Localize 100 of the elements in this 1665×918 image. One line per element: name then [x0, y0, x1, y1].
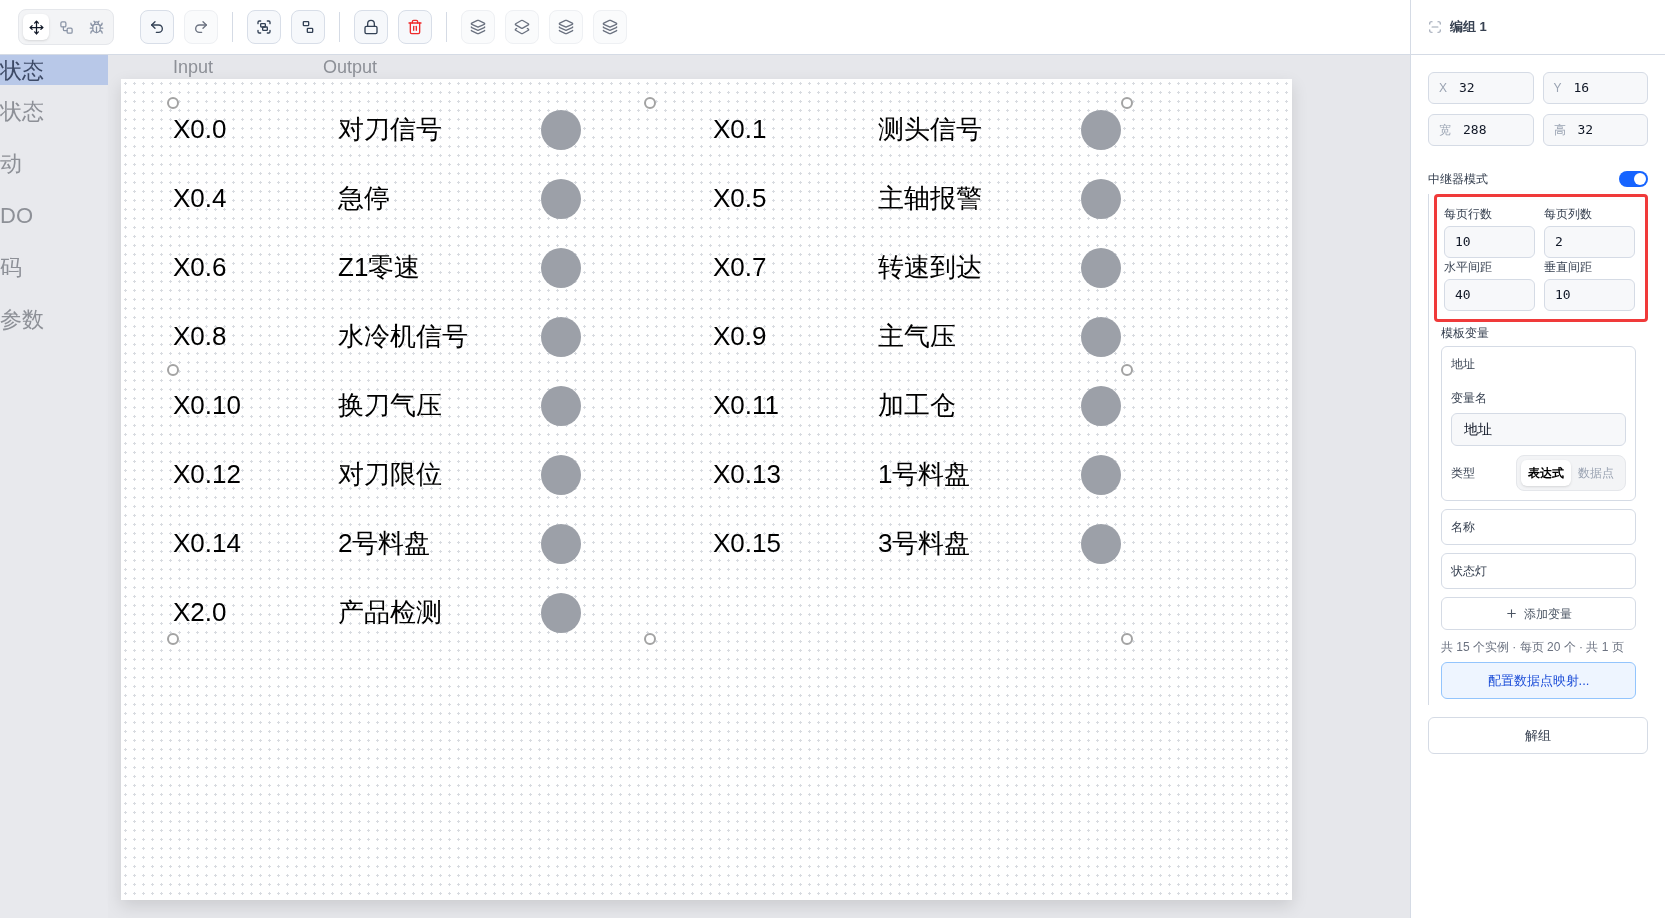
address-label: X2.0 [173, 596, 228, 629]
field-value: 32 [1577, 121, 1594, 140]
type-option[interactable]: 表达式 [1521, 460, 1571, 486]
setting-label: 每页列数 [1544, 206, 1593, 223]
signal-name: 主气压 [878, 320, 957, 353]
instance-summary: 共 15 个实例 · 每页 20 个 · 共 1 页 [1441, 639, 1625, 656]
variable-name-field[interactable]: 地址 [1451, 413, 1626, 446]
signal-name: 对刀限位 [338, 458, 443, 491]
field-label: 高 [1553, 122, 1566, 139]
address-label: X0.11 [713, 389, 780, 422]
address-label: X0.10 [173, 389, 242, 422]
signal-name: 换刀气压 [338, 389, 443, 422]
signal-name: 测头信号 [878, 113, 983, 146]
address-label: X0.15 [713, 527, 782, 560]
number-field[interactable]: X 32 [1428, 72, 1534, 104]
group-button[interactable] [247, 10, 281, 44]
number-field[interactable]: 10 [1544, 279, 1635, 311]
signal-name: 水冷机信号 [338, 320, 469, 353]
selection-handle[interactable] [644, 97, 656, 109]
signal-name: 对刀信号 [338, 113, 443, 146]
add-variable-button[interactable]: 添加变量 [1441, 597, 1636, 630]
column-header: Input [173, 56, 214, 78]
lock-icon [363, 19, 379, 35]
variable-title: 地址 [1451, 356, 1476, 373]
field-value: 10 [1455, 233, 1471, 252]
field-value: 10 [1555, 286, 1571, 305]
address-label: X0.9 [713, 320, 768, 353]
redo-button[interactable] [184, 10, 218, 44]
variable-card[interactable]: 状态灯 [1441, 553, 1636, 589]
bring-to-front-button[interactable] [461, 10, 495, 44]
field-label: Y [1553, 80, 1562, 97]
nodes-icon [58, 19, 74, 35]
selection-handle[interactable] [1121, 633, 1133, 645]
selection-handle[interactable] [167, 364, 179, 376]
signal-name: 1号料盘 [878, 458, 972, 491]
number-field[interactable]: 10 [1444, 226, 1535, 258]
plus-icon [1505, 607, 1518, 620]
layers-icon [514, 19, 530, 35]
send-backward-button[interactable] [549, 10, 583, 44]
lock-button[interactable] [354, 10, 388, 44]
field-label: 类型 [1451, 465, 1475, 482]
send-to-back-button[interactable] [593, 10, 627, 44]
address-label: X0.14 [173, 527, 242, 560]
field-value: 16 [1573, 79, 1590, 98]
trash-icon [407, 19, 423, 35]
delete-button[interactable] [398, 10, 432, 44]
signal-name: 加工仓 [878, 389, 957, 422]
layers-icon [470, 19, 486, 35]
number-field[interactable]: 40 [1444, 279, 1535, 311]
variable-card[interactable]: 名称 [1441, 509, 1636, 545]
layers-icon [602, 19, 618, 35]
selection-handle[interactable] [644, 633, 656, 645]
field-value: 40 [1455, 286, 1471, 305]
bring-forward-button[interactable] [505, 10, 539, 44]
redo-icon [193, 19, 209, 35]
map-datapoints-button[interactable]: 配置数据点映射... [1441, 662, 1636, 699]
bug-icon [88, 19, 104, 35]
ungroup-button[interactable] [291, 10, 325, 44]
undo-button[interactable] [140, 10, 174, 44]
address-label: X0.7 [713, 251, 768, 284]
move-tool[interactable] [23, 14, 49, 40]
undo-icon [149, 19, 165, 35]
group-icon [256, 19, 272, 35]
address-label: X0.1 [713, 113, 768, 146]
signal-name: 主轴报警 [878, 182, 983, 215]
setting-label: 水平间距 [1444, 259, 1493, 276]
address-label: X0.8 [173, 320, 228, 353]
number-field[interactable]: 2 [1544, 226, 1635, 258]
address-label: X0.6 [173, 251, 228, 284]
setting-label: 垂直间距 [1544, 259, 1593, 276]
signal-name: 急停 [338, 182, 391, 215]
address-label: X0.4 [173, 182, 228, 215]
signal-name: 转速到达 [878, 251, 983, 284]
address-label: X0.5 [713, 182, 768, 215]
repeater-mode-toggle[interactable] [1619, 171, 1648, 187]
template-variables-label: 模板变量 [1441, 325, 1490, 342]
column-header: Output [323, 56, 378, 78]
move-icon [28, 19, 44, 35]
ungroup-panel-button[interactable]: 解组 [1428, 717, 1648, 754]
signal-name: 产品检测 [338, 596, 443, 629]
panel-title: 编组 1 [1450, 18, 1487, 37]
field-label: 宽 [1439, 122, 1451, 139]
number-field[interactable]: 高 32 [1542, 114, 1648, 146]
selection-handle[interactable] [167, 633, 179, 645]
field-value: 288 [1463, 121, 1487, 140]
field-value: 2 [1555, 233, 1563, 252]
sidebar-item[interactable]: 状态 [0, 55, 108, 85]
repeater-mode-label: 中继器模式 [1428, 171, 1488, 188]
signal-name: 3号料盘 [878, 527, 972, 560]
selection-handle[interactable] [1121, 364, 1133, 376]
number-field[interactable]: 宽 288 [1428, 114, 1534, 146]
layers-icon [558, 19, 574, 35]
selection-handle[interactable] [1121, 97, 1133, 109]
address-label: X0.13 [713, 458, 782, 491]
address-label: X0.12 [173, 458, 242, 491]
signal-name: Z1零速 [338, 251, 422, 284]
selection-handle[interactable] [167, 97, 179, 109]
group-icon [1428, 20, 1442, 34]
number-field[interactable]: Y 16 [1542, 72, 1648, 104]
address-label: X0.0 [173, 113, 228, 146]
